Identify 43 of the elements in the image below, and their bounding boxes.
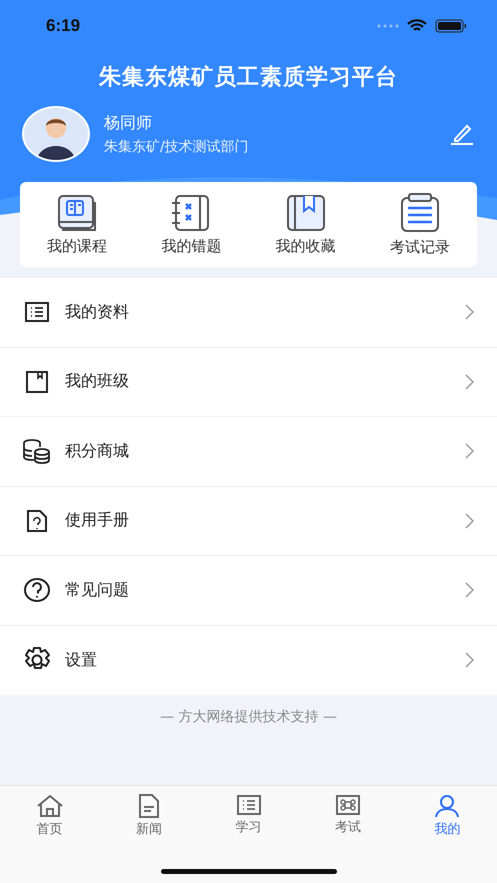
- tab-item[interactable]: 我的: [398, 794, 497, 838]
- bookmark-icon: [25, 370, 49, 394]
- app-title: 朱集东煤矿员工素质学习平台: [98, 64, 399, 92]
- tab-item[interactable]: 考试: [298, 794, 398, 838]
- shortcut-button[interactable]: 考试记录: [362, 182, 477, 267]
- user-name: 杨同师: [104, 112, 153, 134]
- tab-item[interactable]: 新闻: [99, 794, 199, 838]
- list-icon: [24, 301, 50, 324]
- help-icon: [23, 577, 51, 604]
- chevron-icon: [465, 443, 475, 460]
- shortcut-button[interactable]: 我的错题: [134, 182, 248, 267]
- command-key-icon: [334, 794, 361, 816]
- footer-credit: — 方大网络提供技术支持 —: [160, 709, 337, 725]
- tab-item[interactable]: 学习: [198, 794, 298, 838]
- signal-icon: [377, 24, 399, 28]
- chevron-icon: [465, 512, 475, 529]
- chevron-icon: [465, 374, 475, 390]
- person-icon: [434, 794, 460, 818]
- document-icon: [137, 794, 162, 818]
- menu-item[interactable]: 积分商城: [0, 417, 497, 486]
- status-time: 6:19: [46, 16, 80, 36]
- book-icon: [56, 194, 98, 232]
- chevron-icon: [465, 652, 475, 668]
- battery-icon: [435, 19, 467, 33]
- document-question-icon: [26, 508, 48, 533]
- clipboard-icon: [398, 192, 441, 232]
- menu-item[interactable]: 我的资料: [0, 278, 497, 348]
- chevron-icon: [465, 582, 475, 598]
- menu-item[interactable]: 常见问题: [0, 556, 497, 626]
- bookmark-icon: [284, 194, 327, 232]
- tab-item[interactable]: 首页: [0, 794, 100, 838]
- list-icon: [236, 794, 262, 816]
- user-department: 朱集东矿/技术测试部门: [104, 138, 250, 156]
- menu-item[interactable]: 使用手册: [0, 486, 497, 556]
- menu-item[interactable]: 设置: [0, 626, 497, 695]
- shortcut-button[interactable]: 我的收藏: [248, 182, 363, 267]
- chevron-icon: [465, 304, 475, 320]
- edit-icon[interactable]: [449, 123, 475, 145]
- shortcut-button[interactable]: 我的课程: [20, 182, 134, 267]
- home-icon: [36, 794, 64, 818]
- coins-icon: [22, 438, 52, 464]
- menu-item[interactable]: 我的班级: [0, 348, 497, 417]
- wifi-icon: [407, 19, 427, 33]
